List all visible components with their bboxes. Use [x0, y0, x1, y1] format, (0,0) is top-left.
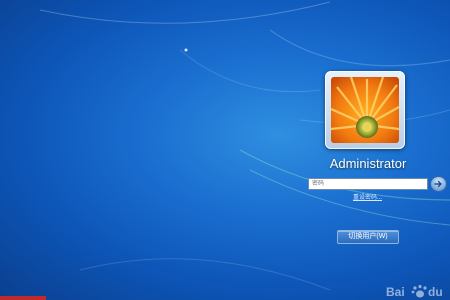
username-label: Administrator: [329, 156, 407, 171]
orange-flower-avatar-icon: [331, 77, 399, 143]
wallpaper-streaks: [39, 1, 450, 291]
reset-password-link[interactable]: 重设密码...: [353, 192, 382, 201]
arrow-right-icon: [434, 180, 442, 188]
avatar: [331, 77, 399, 143]
user-tile[interactable]: [325, 71, 405, 149]
submit-button[interactable]: [431, 177, 446, 191]
svg-text:Bai: Bai: [386, 285, 405, 299]
switch-user-button[interactable]: 切换用户(W): [337, 230, 399, 244]
password-field[interactable]: [308, 178, 428, 190]
baidu-watermark-icon: Bai du: [386, 284, 443, 299]
svg-text:du: du: [428, 285, 443, 299]
taskbar-fragment: [0, 296, 46, 300]
